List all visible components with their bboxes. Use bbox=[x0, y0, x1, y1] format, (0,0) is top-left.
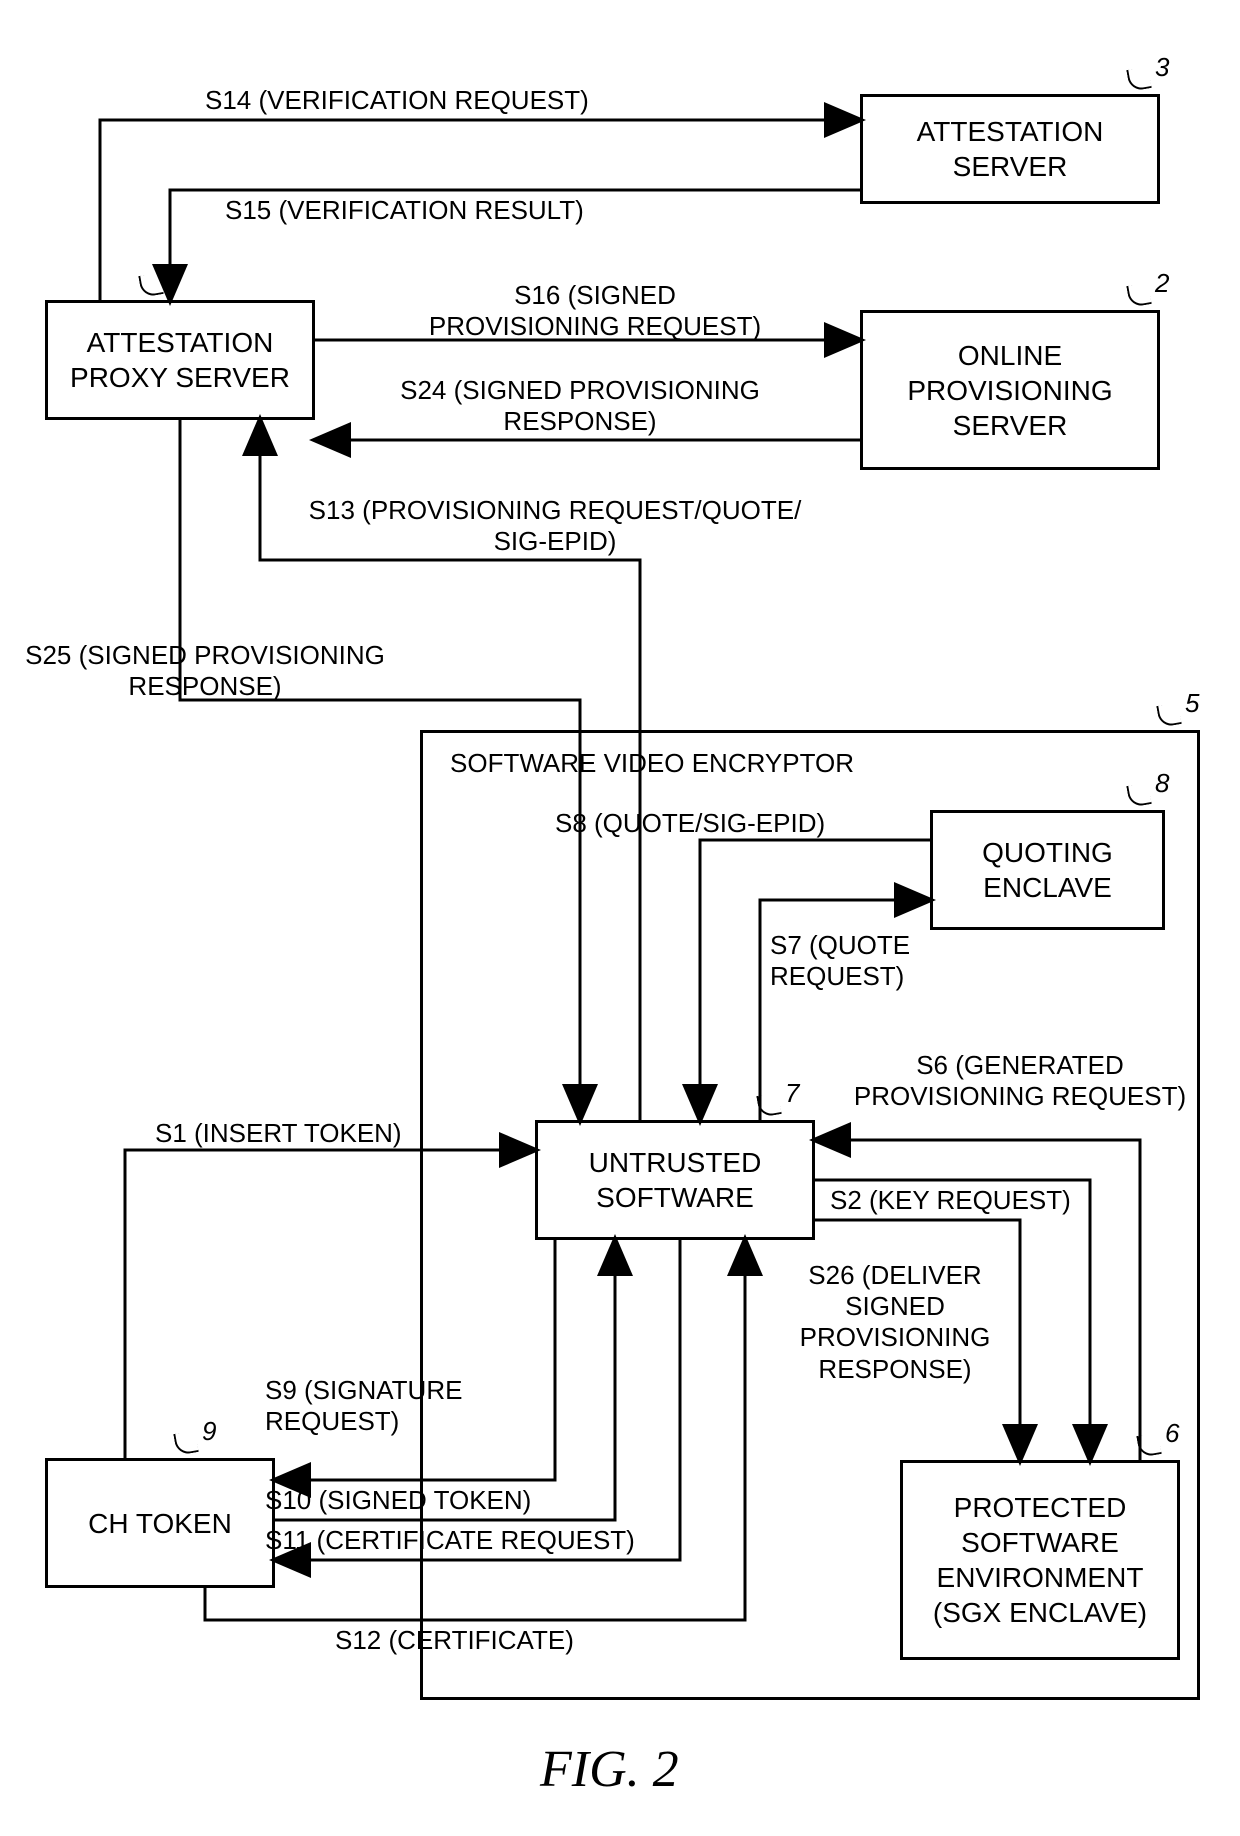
tag-6: 6 bbox=[1165, 1418, 1179, 1449]
ch-token-box: CH TOKEN bbox=[45, 1458, 275, 1588]
tag-hook bbox=[1126, 282, 1151, 307]
tag-9: 9 bbox=[202, 1416, 216, 1447]
msg-s2: S2 (KEY REQUEST) bbox=[830, 1185, 1071, 1216]
tag-hook bbox=[1156, 702, 1181, 727]
untrusted-software-box: UNTRUSTED SOFTWARE bbox=[535, 1120, 815, 1240]
tag-hook bbox=[173, 1430, 198, 1455]
online-provisioning-server-label: ONLINE PROVISIONING SERVER bbox=[907, 338, 1112, 443]
msg-s24: S24 (SIGNED PROVISIONING RESPONSE) bbox=[340, 375, 820, 437]
tag-4: 4 bbox=[167, 258, 181, 289]
attestation-server-label: ATTESTATION SERVER bbox=[917, 114, 1104, 184]
msg-s1: S1 (INSERT TOKEN) bbox=[155, 1118, 402, 1149]
quoting-enclave-label: QUOTING ENCLAVE bbox=[982, 835, 1113, 905]
msg-s12: S12 (CERTIFICATE) bbox=[335, 1625, 574, 1656]
msg-s8: S8 (QUOTE/SIG-EPID) bbox=[555, 808, 825, 839]
online-provisioning-server-box: ONLINE PROVISIONING SERVER bbox=[860, 310, 1160, 470]
msg-s7: S7 (QUOTE REQUEST) bbox=[770, 930, 910, 992]
attestation-proxy-server-box: ATTESTATION PROXY SERVER bbox=[45, 300, 315, 420]
msg-s10: S10 (SIGNED TOKEN) bbox=[265, 1485, 531, 1516]
protected-software-env-label: PROTECTED SOFTWARE ENVIRONMENT (SGX ENCL… bbox=[933, 1490, 1147, 1630]
msg-s16: S16 (SIGNED PROVISIONING REQUEST) bbox=[400, 280, 790, 342]
protected-software-env-box: PROTECTED SOFTWARE ENVIRONMENT (SGX ENCL… bbox=[900, 1460, 1180, 1660]
tag-hook bbox=[138, 272, 163, 297]
msg-s15: S15 (VERIFICATION RESULT) bbox=[225, 195, 584, 226]
msg-s26: S26 (DELIVER SIGNED PROVISIONING RESPONS… bbox=[780, 1260, 1010, 1385]
msg-s9: S9 (SIGNATURE REQUEST) bbox=[265, 1375, 462, 1437]
tag-8: 8 bbox=[1155, 768, 1169, 799]
quoting-enclave-box: QUOTING ENCLAVE bbox=[930, 810, 1165, 930]
software-video-encryptor-label: SOFTWARE VIDEO ENCRYPTOR bbox=[450, 748, 854, 779]
tag-2: 2 bbox=[1155, 268, 1169, 299]
msg-s11: S11 (CERTIFICATE REQUEST) bbox=[265, 1525, 635, 1556]
attestation-proxy-server-label: ATTESTATION PROXY SERVER bbox=[70, 325, 290, 395]
msg-s14: S14 (VERIFICATION REQUEST) bbox=[205, 85, 589, 116]
figure-title: FIG. 2 bbox=[540, 1740, 679, 1799]
msg-s6: S6 (GENERATED PROVISIONING REQUEST) bbox=[850, 1050, 1190, 1112]
tag-7: 7 bbox=[785, 1078, 799, 1109]
untrusted-software-label: UNTRUSTED SOFTWARE bbox=[589, 1145, 762, 1215]
tag-5: 5 bbox=[1185, 688, 1199, 719]
tag-hook bbox=[1126, 66, 1151, 91]
attestation-server-box: ATTESTATION SERVER bbox=[860, 94, 1160, 204]
tag-3: 3 bbox=[1155, 52, 1169, 83]
ch-token-label: CH TOKEN bbox=[88, 1506, 232, 1541]
diagram-canvas: ATTESTATION SERVER 3 ONLINE PROVISIONING… bbox=[0, 0, 1240, 1836]
msg-s13: S13 (PROVISIONING REQUEST/QUOTE/ SIG-EPI… bbox=[275, 495, 835, 557]
msg-s25: S25 (SIGNED PROVISIONING RESPONSE) bbox=[25, 640, 385, 702]
